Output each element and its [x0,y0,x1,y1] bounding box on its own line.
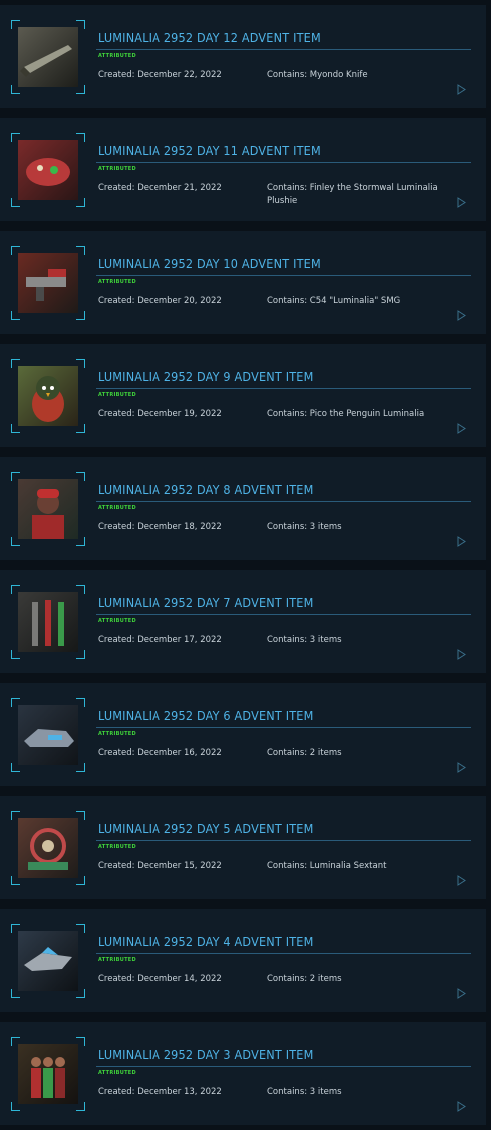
thumbnail-frame [11,246,85,320]
advent-item-card[interactable]: LUMINALIA 2952 DAY 8 ADVENT ITEM ATTRIBU… [0,457,486,560]
created-date: Created: December 17, 2022 [98,635,222,645]
contains-text: Contains: 3 items [267,522,342,532]
advent-item-card[interactable]: LUMINALIA 2952 DAY 3 ADVENT ITEM ATTRIBU… [0,1022,486,1125]
title-divider [96,501,471,502]
title-divider [96,614,471,615]
status-badge: ATTRIBUTED [98,53,136,59]
status-badge: ATTRIBUTED [98,392,136,398]
thumbnail-frame [11,585,85,659]
created-date: Created: December 13, 2022 [98,1087,222,1097]
created-date: Created: December 22, 2022 [98,70,222,80]
ship-icon [18,931,78,991]
created-date: Created: December 14, 2022 [98,974,222,984]
thumbnail-frame [11,20,85,94]
play-arrow-icon[interactable] [457,649,466,660]
title-divider [96,727,471,728]
created-date: Created: December 19, 2022 [98,409,222,419]
penguin-icon [18,366,78,426]
status-badge: ATTRIBUTED [98,279,136,285]
title-divider [96,1066,471,1067]
item-title[interactable]: LUMINALIA 2952 DAY 8 ADVENT ITEM [98,482,314,497]
advent-item-card[interactable]: LUMINALIA 2952 DAY 10 ADVENT ITEM ATTRIB… [0,231,486,334]
advent-item-card[interactable]: LUMINALIA 2952 DAY 6 ADVENT ITEM ATTRIBU… [0,683,486,786]
title-divider [96,953,471,954]
status-badge: ATTRIBUTED [98,731,136,737]
title-divider [96,840,471,841]
status-badge: ATTRIBUTED [98,957,136,963]
created-date: Created: December 15, 2022 [98,861,222,871]
play-arrow-icon[interactable] [457,423,466,434]
play-arrow-icon[interactable] [457,536,466,547]
item-title[interactable]: LUMINALIA 2952 DAY 11 ADVENT ITEM [98,143,321,158]
advent-item-card[interactable]: LUMINALIA 2952 DAY 12 ADVENT ITEM ATTRIB… [0,5,486,108]
thumbnail-frame [11,359,85,433]
created-date: Created: December 16, 2022 [98,748,222,758]
advent-item-card[interactable]: LUMINALIA 2952 DAY 4 ADVENT ITEM ATTRIBU… [0,909,486,1012]
play-arrow-icon[interactable] [457,762,466,773]
play-arrow-icon[interactable] [457,988,466,999]
created-date: Created: December 20, 2022 [98,296,222,306]
advent-item-card[interactable]: LUMINALIA 2952 DAY 7 ADVENT ITEM ATTRIBU… [0,570,486,673]
advent-item-card[interactable]: LUMINALIA 2952 DAY 9 ADVENT ITEM ATTRIBU… [0,344,486,447]
knife-icon [18,27,78,87]
advent-item-list: LUMINALIA 2952 DAY 12 ADVENT ITEM ATTRIB… [0,0,491,1130]
item-title[interactable]: LUMINALIA 2952 DAY 9 ADVENT ITEM [98,369,314,384]
title-divider [96,49,471,50]
status-badge: ATTRIBUTED [98,618,136,624]
contains-text: Contains: 2 items [267,748,342,758]
contains-text: Contains: C54 "Luminalia" SMG [267,296,401,306]
status-badge: ATTRIBUTED [98,166,136,172]
plushie-icon [18,140,78,200]
title-divider [96,162,471,163]
thumbnail-frame [11,924,85,998]
play-arrow-icon[interactable] [457,197,466,208]
item-title[interactable]: LUMINALIA 2952 DAY 7 ADVENT ITEM [98,595,314,610]
contains-text: Contains: 3 items [267,635,342,645]
item-title[interactable]: LUMINALIA 2952 DAY 6 ADVENT ITEM [98,708,314,723]
title-divider [96,275,471,276]
sextant-icon [18,818,78,878]
thumbnail-frame [11,698,85,772]
thumbnail-frame [11,1037,85,1111]
item-title[interactable]: LUMINALIA 2952 DAY 12 ADVENT ITEM [98,30,321,45]
contains-text: Contains: Myondo Knife [267,70,368,80]
thumbnail-frame [11,811,85,885]
contains-text: Contains: 3 items [267,1087,342,1097]
contains-text: Contains: 2 items [267,974,342,984]
play-arrow-icon[interactable] [457,1101,466,1112]
armor-icon [18,1044,78,1104]
play-arrow-icon[interactable] [457,875,466,886]
advent-item-card[interactable]: LUMINALIA 2952 DAY 5 ADVENT ITEM ATTRIBU… [0,796,486,899]
status-badge: ATTRIBUTED [98,1070,136,1076]
status-badge: ATTRIBUTED [98,505,136,511]
smg-icon [18,253,78,313]
play-arrow-icon[interactable] [457,310,466,321]
vehicle-icon [18,705,78,765]
thumbnail-frame [11,133,85,207]
contains-text: Contains: Luminalia Sextant [267,861,387,871]
created-date: Created: December 21, 2022 [98,183,222,193]
status-badge: ATTRIBUTED [98,844,136,850]
created-date: Created: December 18, 2022 [98,522,222,532]
weapon-rack-icon [18,592,78,652]
play-arrow-icon[interactable] [457,84,466,95]
item-title[interactable]: LUMINALIA 2952 DAY 4 ADVENT ITEM [98,934,314,949]
character-icon [18,479,78,539]
item-title[interactable]: LUMINALIA 2952 DAY 5 ADVENT ITEM [98,821,314,836]
thumbnail-frame [11,472,85,546]
contains-text: Contains: Pico the Penguin Luminalia [267,409,425,419]
contains-text: Contains: Finley the Stormwal Luminalia … [267,183,438,206]
title-divider [96,388,471,389]
advent-item-card[interactable]: LUMINALIA 2952 DAY 11 ADVENT ITEM ATTRIB… [0,118,486,221]
item-title[interactable]: LUMINALIA 2952 DAY 3 ADVENT ITEM [98,1047,314,1062]
item-title[interactable]: LUMINALIA 2952 DAY 10 ADVENT ITEM [98,256,321,271]
